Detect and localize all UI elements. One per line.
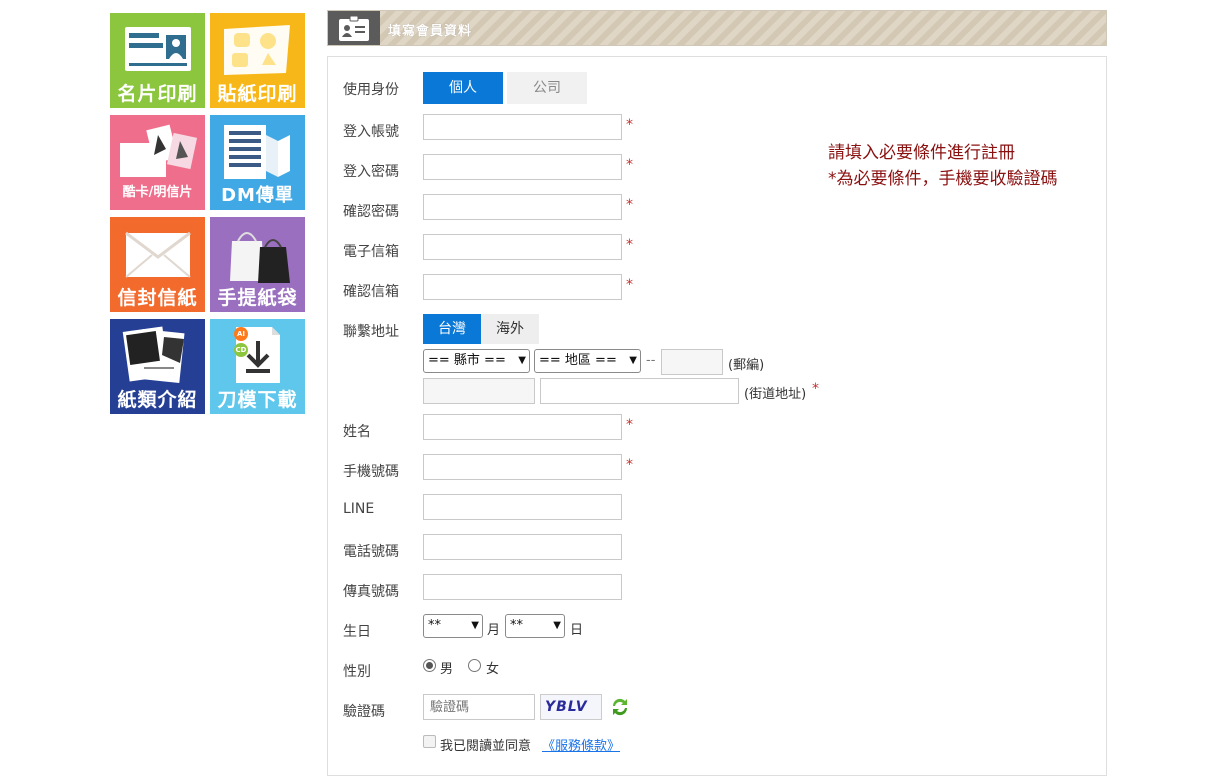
section-header: 填寫會員資料 xyxy=(327,10,1107,46)
required-mark: * xyxy=(626,417,633,433)
zip-note: (郵編) xyxy=(728,358,765,373)
account-label: 登入帳號 xyxy=(343,124,399,140)
zip-dash: -- xyxy=(646,353,656,368)
phone-label: 電話號碼 xyxy=(343,544,399,560)
tile-label: 酷卡/明信片 xyxy=(122,185,193,200)
password-input[interactable] xyxy=(423,154,622,180)
gender-male-label: 男 xyxy=(440,662,454,677)
tile-label: 手提紙袋 xyxy=(217,287,298,309)
notice-line-1: 請填入必要條件進行註冊 xyxy=(828,143,1015,163)
captcha-image-text: YBLV xyxy=(545,699,588,715)
tile-paper-types[interactable]: 紙類介紹 xyxy=(110,319,205,414)
chevron-down-icon: ▼ xyxy=(629,355,637,366)
tile-paper-bag[interactable]: 手提紙袋 xyxy=(210,217,305,312)
download-icon xyxy=(210,319,305,387)
fax-label: 傳真號碼 xyxy=(343,584,399,600)
gender-male-radio[interactable] xyxy=(423,659,436,672)
month-unit: 月 xyxy=(487,623,501,638)
required-mark: * xyxy=(626,157,633,173)
required-mark: * xyxy=(626,277,633,293)
member-card-icon xyxy=(328,11,380,45)
line-label: LINE xyxy=(343,501,375,517)
day-unit: 日 xyxy=(570,623,584,638)
street-note: (街道地址) xyxy=(744,387,807,402)
envelope-icon xyxy=(110,217,205,285)
confirm-password-label: 確認密碼 xyxy=(343,204,399,220)
district-select[interactable]: == 地區 == ▼ xyxy=(534,349,641,373)
sticker-icon xyxy=(210,13,305,81)
tile-postcard[interactable]: 酷卡/明信片 xyxy=(110,115,205,210)
line-input[interactable] xyxy=(423,494,622,520)
captcha-image: YBLV xyxy=(540,694,602,720)
birth-month-value: ** xyxy=(428,618,441,633)
name-input[interactable] xyxy=(423,414,622,440)
tile-label: 刀模下載 xyxy=(217,389,298,411)
email-input[interactable] xyxy=(423,234,622,260)
tile-sticker[interactable]: 貼紙印刷 xyxy=(210,13,305,108)
password-label: 登入密碼 xyxy=(343,164,399,180)
zip-code-input[interactable] xyxy=(661,349,723,375)
terms-checkbox[interactable] xyxy=(423,735,436,748)
mobile-input[interactable] xyxy=(423,454,622,480)
phone-input[interactable] xyxy=(423,534,622,560)
tile-label: 紙類介紹 xyxy=(117,389,198,411)
birth-day-select[interactable]: ** ▼ xyxy=(505,614,565,638)
birth-month-select[interactable]: ** ▼ xyxy=(423,614,483,638)
county-select-value: == 縣市 == xyxy=(428,353,506,368)
address-taiwan-tab[interactable]: 台灣 xyxy=(423,314,481,344)
county-select[interactable]: == 縣市 == ▼ xyxy=(423,349,530,373)
identity-label: 使用身份 xyxy=(343,82,399,98)
tile-business-card[interactable]: 名片印刷 xyxy=(110,13,205,108)
identity-personal-button[interactable]: 個人 xyxy=(423,72,503,104)
tile-label: 信封信紙 xyxy=(117,287,198,309)
account-input[interactable] xyxy=(423,114,622,140)
tile-template-download[interactable]: AI CD 刀模下載 xyxy=(210,319,305,414)
confirm-password-input[interactable] xyxy=(423,194,622,220)
name-label: 姓名 xyxy=(343,424,371,440)
section-title: 填寫會員資料 xyxy=(388,24,473,39)
tile-label: DM傳單 xyxy=(221,185,294,206)
gender-female-label: 女 xyxy=(486,662,500,677)
gender-label: 性別 xyxy=(343,664,371,680)
identity-company-button[interactable]: 公司 xyxy=(507,72,587,104)
confirm-email-label: 確認信箱 xyxy=(343,284,399,300)
tile-label: 貼紙印刷 xyxy=(217,83,298,105)
fax-input[interactable] xyxy=(423,574,622,600)
address-overseas-tab[interactable]: 海外 xyxy=(481,314,539,344)
email-label: 電子信箱 xyxy=(343,244,399,260)
flyer-icon xyxy=(210,115,305,183)
required-mark: * xyxy=(626,457,633,473)
tile-dm-flyer[interactable]: DM傳單 xyxy=(210,115,305,210)
gender-female-radio[interactable] xyxy=(468,659,481,672)
postcard-icon xyxy=(110,115,205,183)
confirm-email-input[interactable] xyxy=(423,274,622,300)
street-address-input[interactable] xyxy=(540,378,739,404)
mobile-label: 手機號碼 xyxy=(343,464,399,480)
paper-bag-icon xyxy=(210,217,305,285)
tile-envelope[interactable]: 信封信紙 xyxy=(110,217,205,312)
required-mark: * xyxy=(626,117,633,133)
tile-label: 名片印刷 xyxy=(117,83,198,105)
chevron-down-icon: ▼ xyxy=(553,620,561,631)
terms-text: 我已閱讀並同意 xyxy=(440,739,532,754)
refresh-icon[interactable] xyxy=(609,695,631,719)
district-select-value: == 地區 == xyxy=(539,353,617,368)
birth-day-value: ** xyxy=(510,618,523,633)
business-card-icon xyxy=(110,13,205,81)
chevron-down-icon: ▼ xyxy=(471,620,479,631)
chevron-down-icon: ▼ xyxy=(518,355,526,366)
address-prefix-input[interactable] xyxy=(423,378,535,404)
required-mark: * xyxy=(626,237,633,253)
cd-badge: CD xyxy=(234,343,248,357)
required-mark: * xyxy=(812,381,819,397)
address-label: 聯繫地址 xyxy=(343,324,399,340)
notice-line-2: *為必要條件，手機要收驗證碼 xyxy=(828,169,1058,189)
required-mark: * xyxy=(626,197,633,213)
terms-link[interactable]: 《服務條款》 xyxy=(542,735,620,754)
ai-badge: AI xyxy=(234,327,248,341)
birthday-label: 生日 xyxy=(343,624,371,640)
captcha-label: 驗證碼 xyxy=(343,704,385,720)
paper-samples-icon xyxy=(110,319,205,387)
captcha-input[interactable] xyxy=(423,694,535,720)
